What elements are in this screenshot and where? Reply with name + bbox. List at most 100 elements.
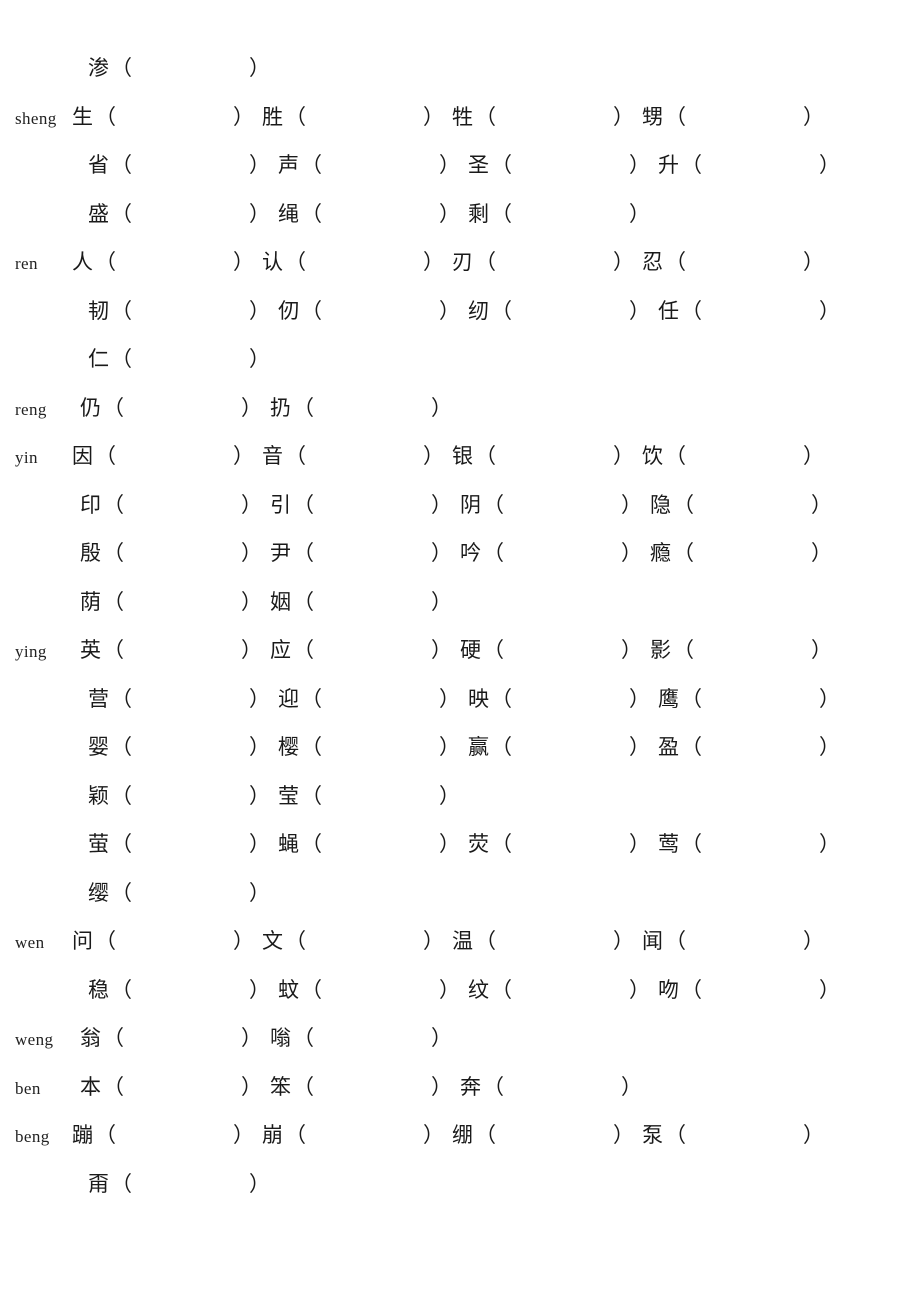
answer-cell[interactable]: 姻（ ） [270,586,460,616]
answer-cell[interactable]: 声（ ） [278,149,468,179]
answer-cell[interactable]: 圣（ ） [468,149,658,179]
answer-cell[interactable]: 韧（ ） [88,295,278,325]
paren-close: ） [241,589,262,614]
pinyin-label: sheng [15,108,57,128]
answer-cell[interactable]: 樱（ ） [278,731,468,761]
answer-cell[interactable]: 银（ ） [452,440,642,470]
answer-cell[interactable]: 本（ ） [80,1071,270,1101]
answer-cell[interactable]: 婴（ ） [88,731,278,761]
answer-cell[interactable]: 仞（ ） [278,295,468,325]
paren-close: ） [233,1123,254,1147]
answer-cell[interactable]: 蹦（ ） [72,1119,262,1149]
answer-cell[interactable]: 问（ ） [72,925,262,955]
answer-cell[interactable]: 忍（ ） [642,246,832,276]
hanzi-character: 盈 [658,735,679,759]
answer-cell[interactable]: 引（ ） [270,489,460,519]
answer-cell[interactable]: 尹（ ） [270,537,460,567]
answer-cell[interactable]: 硬（ ） [460,634,650,664]
answer-cell[interactable]: 殷（ ） [80,537,270,567]
answer-cell[interactable]: 饮（ ） [642,440,832,470]
answer-cell[interactable]: 缨（ ） [88,877,278,907]
answer-cell[interactable]: 莹（ ） [278,780,468,810]
answer-cell[interactable]: 蚊（ ） [278,974,468,1004]
answer-cell[interactable]: 营（ ） [88,683,278,713]
answer-cell[interactable]: 因（ ） [72,440,262,470]
hanzi-character: 姻 [270,589,291,614]
answer-cell[interactable]: 绳（ ） [278,198,468,228]
answer-cell[interactable]: 甥（ ） [642,101,832,131]
answer-cell[interactable]: 崩（ ） [262,1119,452,1149]
paren-close: ） [249,298,270,323]
answer-cell[interactable]: 笨（ ） [270,1071,460,1101]
answer-cell[interactable]: 省（ ） [88,149,278,179]
paren-close: ） [241,1026,262,1050]
answer-cell[interactable]: 仁（ ） [88,343,278,373]
hanzi-character: 仞 [278,298,299,323]
answer-cell[interactable]: 莺（ ） [658,828,848,858]
answer-cell[interactable]: 瘾（ ） [650,537,840,567]
answer-cell[interactable]: 迎（ ） [278,683,468,713]
answer-cell[interactable]: 荧（ ） [468,828,658,858]
answer-cell[interactable]: 升（ ） [658,149,848,179]
answer-cell[interactable]: 音（ ） [262,440,452,470]
paren-open: （ [681,153,702,177]
answer-cell[interactable]: 颖（ ） [88,780,278,810]
answer-cell[interactable]: 温（ ） [452,925,642,955]
paren-close: ） [819,686,840,711]
answer-cell[interactable]: 任（ ） [658,295,848,325]
answer-cell[interactable]: 扔（ ） [270,392,460,422]
answer-cell-group: 生（）胜（）牲（）甥（） [72,101,920,131]
paren-close: ） [803,250,824,274]
answer-cell[interactable]: 认（ ） [262,246,452,276]
hanzi-character: 认 [262,250,283,274]
answer-cell[interactable]: 嗡（ ） [270,1022,460,1052]
answer-cell[interactable]: 吟（ ） [460,537,650,567]
answer-cell[interactable]: 翁（ ） [80,1022,270,1052]
answer-cell[interactable]: 映（ ） [468,683,658,713]
paren-open: （ [301,735,322,759]
paren-close: ） [819,832,840,856]
answer-cell[interactable]: 印（ ） [80,489,270,519]
answer-cell[interactable]: 稳（ ） [88,974,278,1004]
answer-cell[interactable]: 剩（ ） [468,198,658,228]
answer-cell[interactable]: 文（ ） [262,925,452,955]
answer-cell[interactable]: 牲（ ） [452,101,642,131]
answer-cell[interactable]: 奔（ ） [460,1071,650,1101]
answer-cell[interactable]: 人（ ） [72,246,262,276]
answer-cell-group: 问（）文（）温（）闻（） [72,925,920,955]
answer-cell[interactable]: 蝇（ ） [278,828,468,858]
answer-cell[interactable]: 影（ ） [650,634,840,664]
answer-cell[interactable]: 萤（ ） [88,828,278,858]
answer-cell[interactable]: 盛（ ） [88,198,278,228]
answer-cell[interactable]: 应（ ） [270,634,460,664]
answer-cell-group: 稳（）蚊（）纹（）吻（） [88,974,920,1004]
answer-cell[interactable]: 隐（ ） [650,489,840,519]
answer-cell[interactable]: 仍（ ） [80,392,270,422]
answer-cell[interactable]: 阴（ ） [460,489,650,519]
paren-close: ） [621,638,642,662]
answer-cell[interactable]: 渗（ ） [88,52,278,82]
answer-cell[interactable]: 胜（ ） [262,101,452,131]
answer-cell[interactable]: 生（ ） [72,101,262,131]
paren-open: （ [475,1123,496,1147]
paren-open: （ [681,977,702,1002]
answer-cell[interactable]: 闻（ ） [642,925,832,955]
answer-cell[interactable]: 吻（ ） [658,974,848,1004]
answer-cell[interactable]: 赢（ ） [468,731,658,761]
answer-cell[interactable]: 盈（ ） [658,731,848,761]
answer-cell[interactable]: 刃（ ） [452,246,642,276]
answer-cell[interactable]: 英（ ） [80,634,270,664]
answer-cell[interactable]: 荫（ ） [80,586,270,616]
answer-cell[interactable]: 纫（ ） [468,295,658,325]
paren-close: ） [621,492,642,517]
answer-cell[interactable]: 甭（ ） [88,1168,278,1198]
hanzi-character: 荫 [80,589,101,614]
worksheet-row: 殷（）尹（）吟（）瘾（） [0,537,920,586]
pinyin-label: ben [15,1078,41,1098]
paren-open: （ [301,298,322,323]
answer-cell[interactable]: 绷（ ） [452,1119,642,1149]
answer-cell[interactable]: 鹰（ ） [658,683,848,713]
answer-cell[interactable]: 泵（ ） [642,1119,832,1149]
answer-cell[interactable]: 纹（ ） [468,974,658,1004]
paren-open: （ [293,395,314,420]
